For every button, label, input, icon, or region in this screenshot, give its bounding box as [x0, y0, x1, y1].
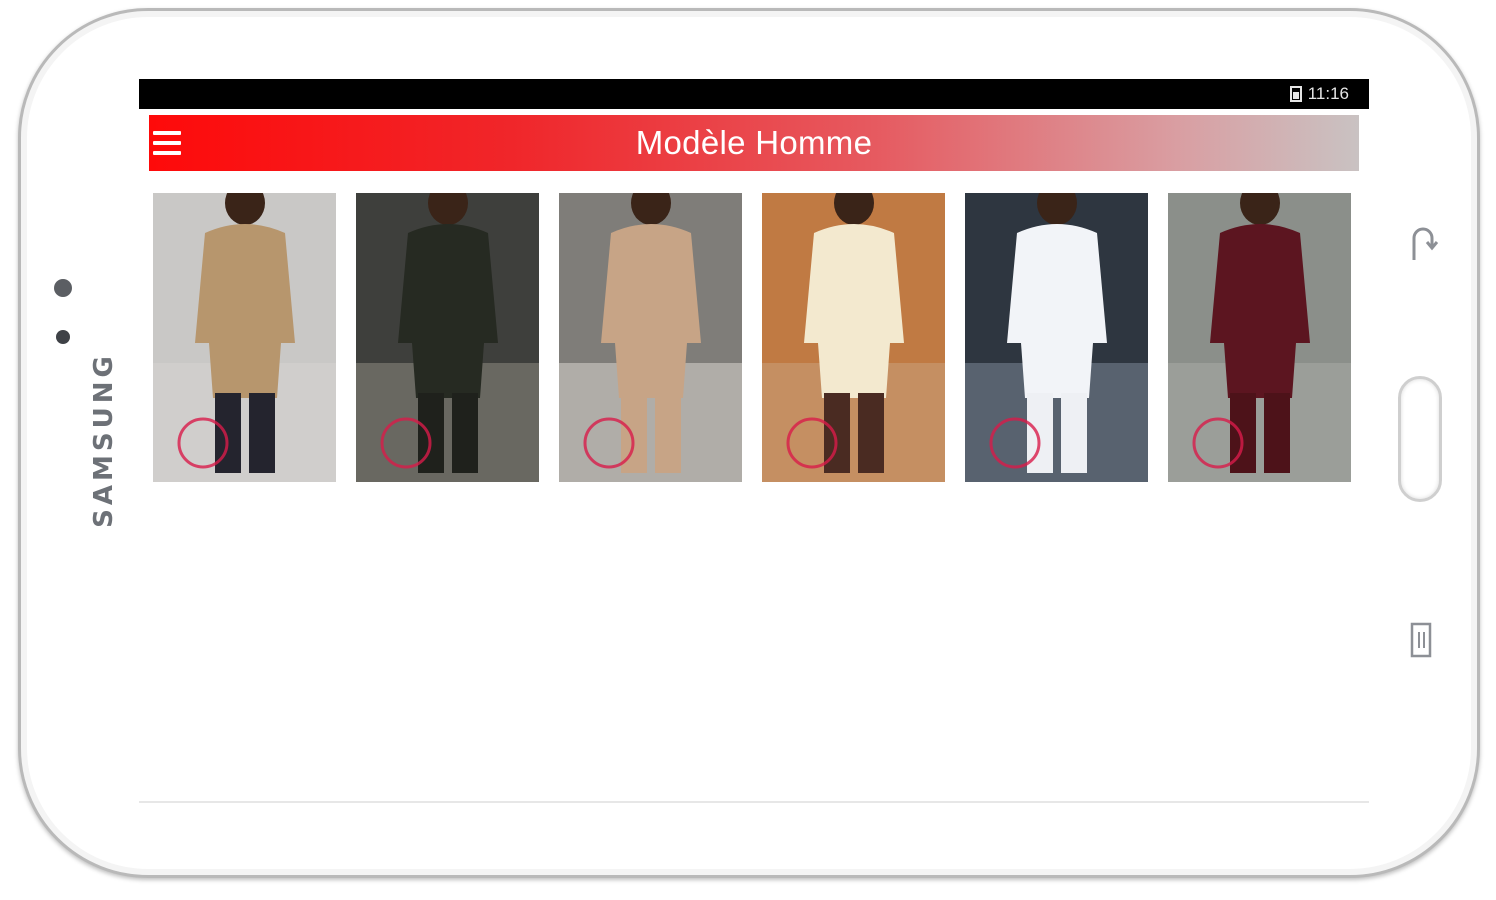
- gallery-item-6[interactable]: [1168, 193, 1351, 482]
- back-icon[interactable]: [1406, 224, 1440, 264]
- outfit-photo-3: [559, 193, 742, 482]
- light-sensor: [56, 330, 70, 344]
- photo-gallery: [153, 193, 1353, 483]
- gallery-item-1[interactable]: [153, 193, 336, 482]
- outfit-photo-2: [356, 193, 539, 482]
- app-title: Modèle Homme: [635, 124, 873, 161]
- battery-icon: [1289, 86, 1302, 102]
- front-camera: [54, 279, 72, 297]
- outfit-photo-5: [965, 193, 1148, 482]
- gallery-item-5[interactable]: [965, 193, 1148, 482]
- app-screen: 11:16 Modèle Homme: [139, 79, 1369, 803]
- app-bar: Modèle Homme: [149, 115, 1359, 171]
- outfit-photo-4: [762, 193, 945, 482]
- gallery-item-3[interactable]: [559, 193, 742, 482]
- status-bar: 11:16: [139, 79, 1369, 109]
- gallery-item-4[interactable]: [762, 193, 945, 482]
- device-brand: SAMSUNG: [89, 352, 119, 528]
- status-time: 11:16: [1307, 84, 1349, 103]
- status-right: 11:16: [1289, 84, 1349, 104]
- gallery-item-2[interactable]: [356, 193, 539, 482]
- outfit-photo-6: [1168, 193, 1351, 482]
- home-button[interactable]: [1398, 376, 1442, 502]
- outfit-photo-1: [153, 193, 336, 482]
- recent-apps-icon[interactable]: [1410, 620, 1434, 660]
